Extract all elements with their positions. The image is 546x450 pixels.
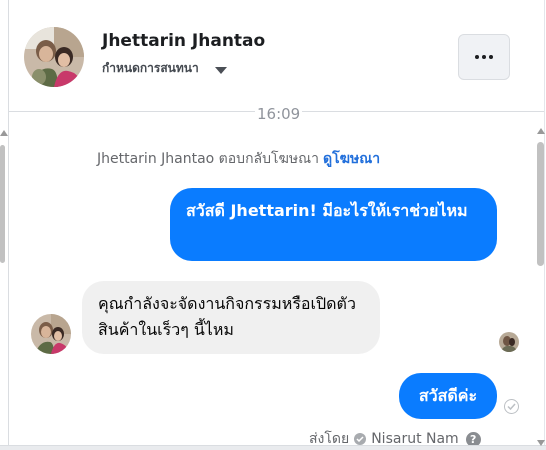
ad-reply-notice: Jhettarin Jhantao ตอบกลับโฆษณา ดูโฆษณา (97, 148, 380, 170)
conversation-status-selector[interactable]: กำหนดการสนทนา (102, 59, 227, 78)
outgoing-message-bubble[interactable]: สวัสดี Jhettarin! มีอะไรให้เราช่วยไหม (170, 188, 497, 261)
contact-avatar[interactable] (24, 27, 84, 87)
contact-avatar-small[interactable] (31, 314, 71, 354)
scroll-up-arrow-icon[interactable] (0, 130, 8, 136)
view-ad-link[interactable]: ดูโฆษณา (323, 151, 380, 167)
contact-name[interactable]: Jhettarin Jhantao (102, 31, 265, 51)
ad-reply-text: Jhettarin Jhantao ตอบกลับโฆษณา (97, 151, 319, 167)
conversation-status-label: กำหนดการสนทนา (102, 61, 199, 75)
right-scrollbar-thumb[interactable] (537, 142, 544, 266)
outgoing-message-bubble[interactable]: สวัสดีค่ะ (399, 373, 497, 419)
caret-down-icon[interactable] (214, 66, 227, 74)
sent-check-icon (504, 399, 519, 414)
message-timestamp: 16:09 (255, 105, 303, 123)
scroll-down-arrow-icon[interactable] (537, 440, 545, 446)
more-dot (489, 55, 493, 59)
composer-edge (0, 445, 546, 450)
more-dots-icon (475, 55, 479, 59)
more-dot (482, 55, 486, 59)
verified-check-icon (354, 433, 367, 445)
more-options-button[interactable] (458, 34, 510, 80)
scroll-up-arrow-icon[interactable] (537, 128, 545, 134)
incoming-message-bubble[interactable]: คุณกำลังจะจัดงานกิจกรรมหรือเปิดตัวสินค้า… (82, 281, 380, 354)
conversation-header: Jhettarin Jhantao กำหนดการสนทนา (9, 0, 544, 112)
chat-window: Jhettarin Jhantao กำหนดการสนทนา 16:09 Jh… (0, 0, 546, 450)
seen-by-avatar (499, 332, 519, 352)
right-divider (544, 0, 545, 450)
left-scrollbar-thumb[interactable] (0, 145, 5, 263)
